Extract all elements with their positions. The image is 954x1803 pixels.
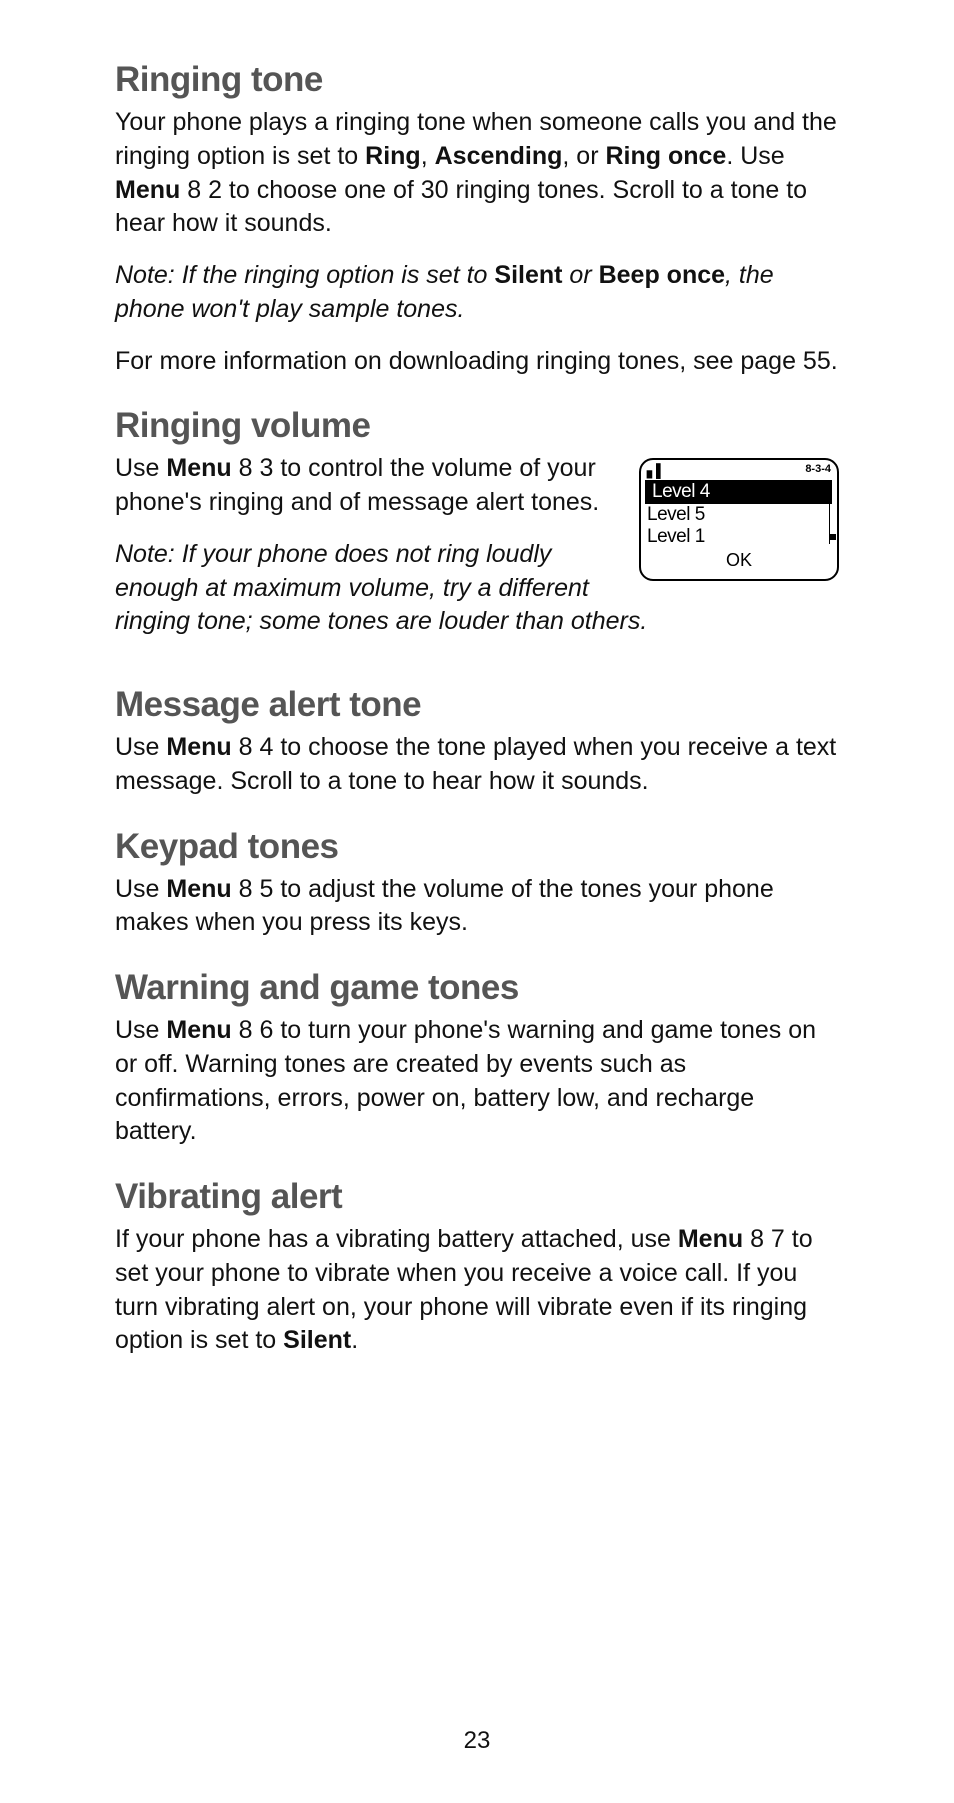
menu-code: 8-3-4	[805, 463, 831, 475]
bold-beep-once: Beep once	[599, 261, 725, 289]
heading-keypad-tones: Keypad tones	[115, 827, 839, 867]
note-ringing-tone: Note: If the ringing option is set to Si…	[115, 259, 839, 327]
heading-ringing-volume: Ringing volume	[115, 406, 839, 446]
text: 8 2 to choose one of 30 ringing tones. S…	[115, 176, 807, 238]
text: If your phone has a vibrating battery at…	[115, 1225, 678, 1253]
bold-menu: Menu	[166, 733, 231, 761]
screen-row: Level 1	[641, 526, 837, 548]
bold-ring-once: Ring once	[605, 142, 726, 170]
text: Use	[115, 733, 166, 761]
text: ,	[421, 142, 435, 170]
bold-menu: Menu	[166, 454, 231, 482]
bold-menu: Menu	[115, 176, 180, 204]
text: Use	[115, 875, 166, 903]
note-text: Note: If the ringing option is set to	[115, 261, 494, 289]
bold-ring: Ring	[365, 142, 421, 170]
phone-screen-illustration: ▖▌ 8-3-4 Level 4 Level 5 Level 1 OK	[639, 458, 839, 581]
bold-ascending: Ascending	[435, 142, 563, 170]
softkey-ok: OK	[641, 548, 837, 572]
bold-menu: Menu	[166, 1016, 231, 1044]
text: , or	[562, 142, 605, 170]
para-vibrating-alert: If your phone has a vibrating battery at…	[115, 1223, 839, 1358]
para-ringing-tone-1: Your phone plays a ringing tone when som…	[115, 106, 839, 241]
text: . Use	[726, 142, 784, 170]
heading-warning-tones: Warning and game tones	[115, 968, 839, 1008]
heading-ringing-tone: Ringing tone	[115, 60, 839, 100]
para-ringing-tone-3: For more information on downloading ring…	[115, 345, 839, 379]
bold-menu: Menu	[678, 1225, 743, 1253]
bold-menu: Menu	[166, 875, 231, 903]
note-text: or	[562, 261, 598, 289]
bold-silent: Silent	[283, 1326, 351, 1354]
screen-row-selected: Level 4	[645, 480, 832, 504]
text: .	[351, 1326, 358, 1354]
scrollbar-icon	[829, 502, 834, 544]
screen-row: Level 5	[641, 504, 837, 526]
heading-message-alert: Message alert tone	[115, 685, 839, 725]
para-message-alert: Use Menu 8 4 to choose the tone played w…	[115, 731, 839, 799]
page-number: 23	[0, 1727, 954, 1755]
text: Use	[115, 1016, 166, 1044]
text: Use	[115, 454, 166, 482]
heading-vibrating-alert: Vibrating alert	[115, 1177, 839, 1217]
para-warning-tones: Use Menu 8 6 to turn your phone's warnin…	[115, 1014, 839, 1149]
para-keypad-tones: Use Menu 8 5 to adjust the volume of the…	[115, 873, 839, 941]
signal-icon: ▖▌	[647, 463, 664, 479]
bold-silent: Silent	[494, 261, 562, 289]
